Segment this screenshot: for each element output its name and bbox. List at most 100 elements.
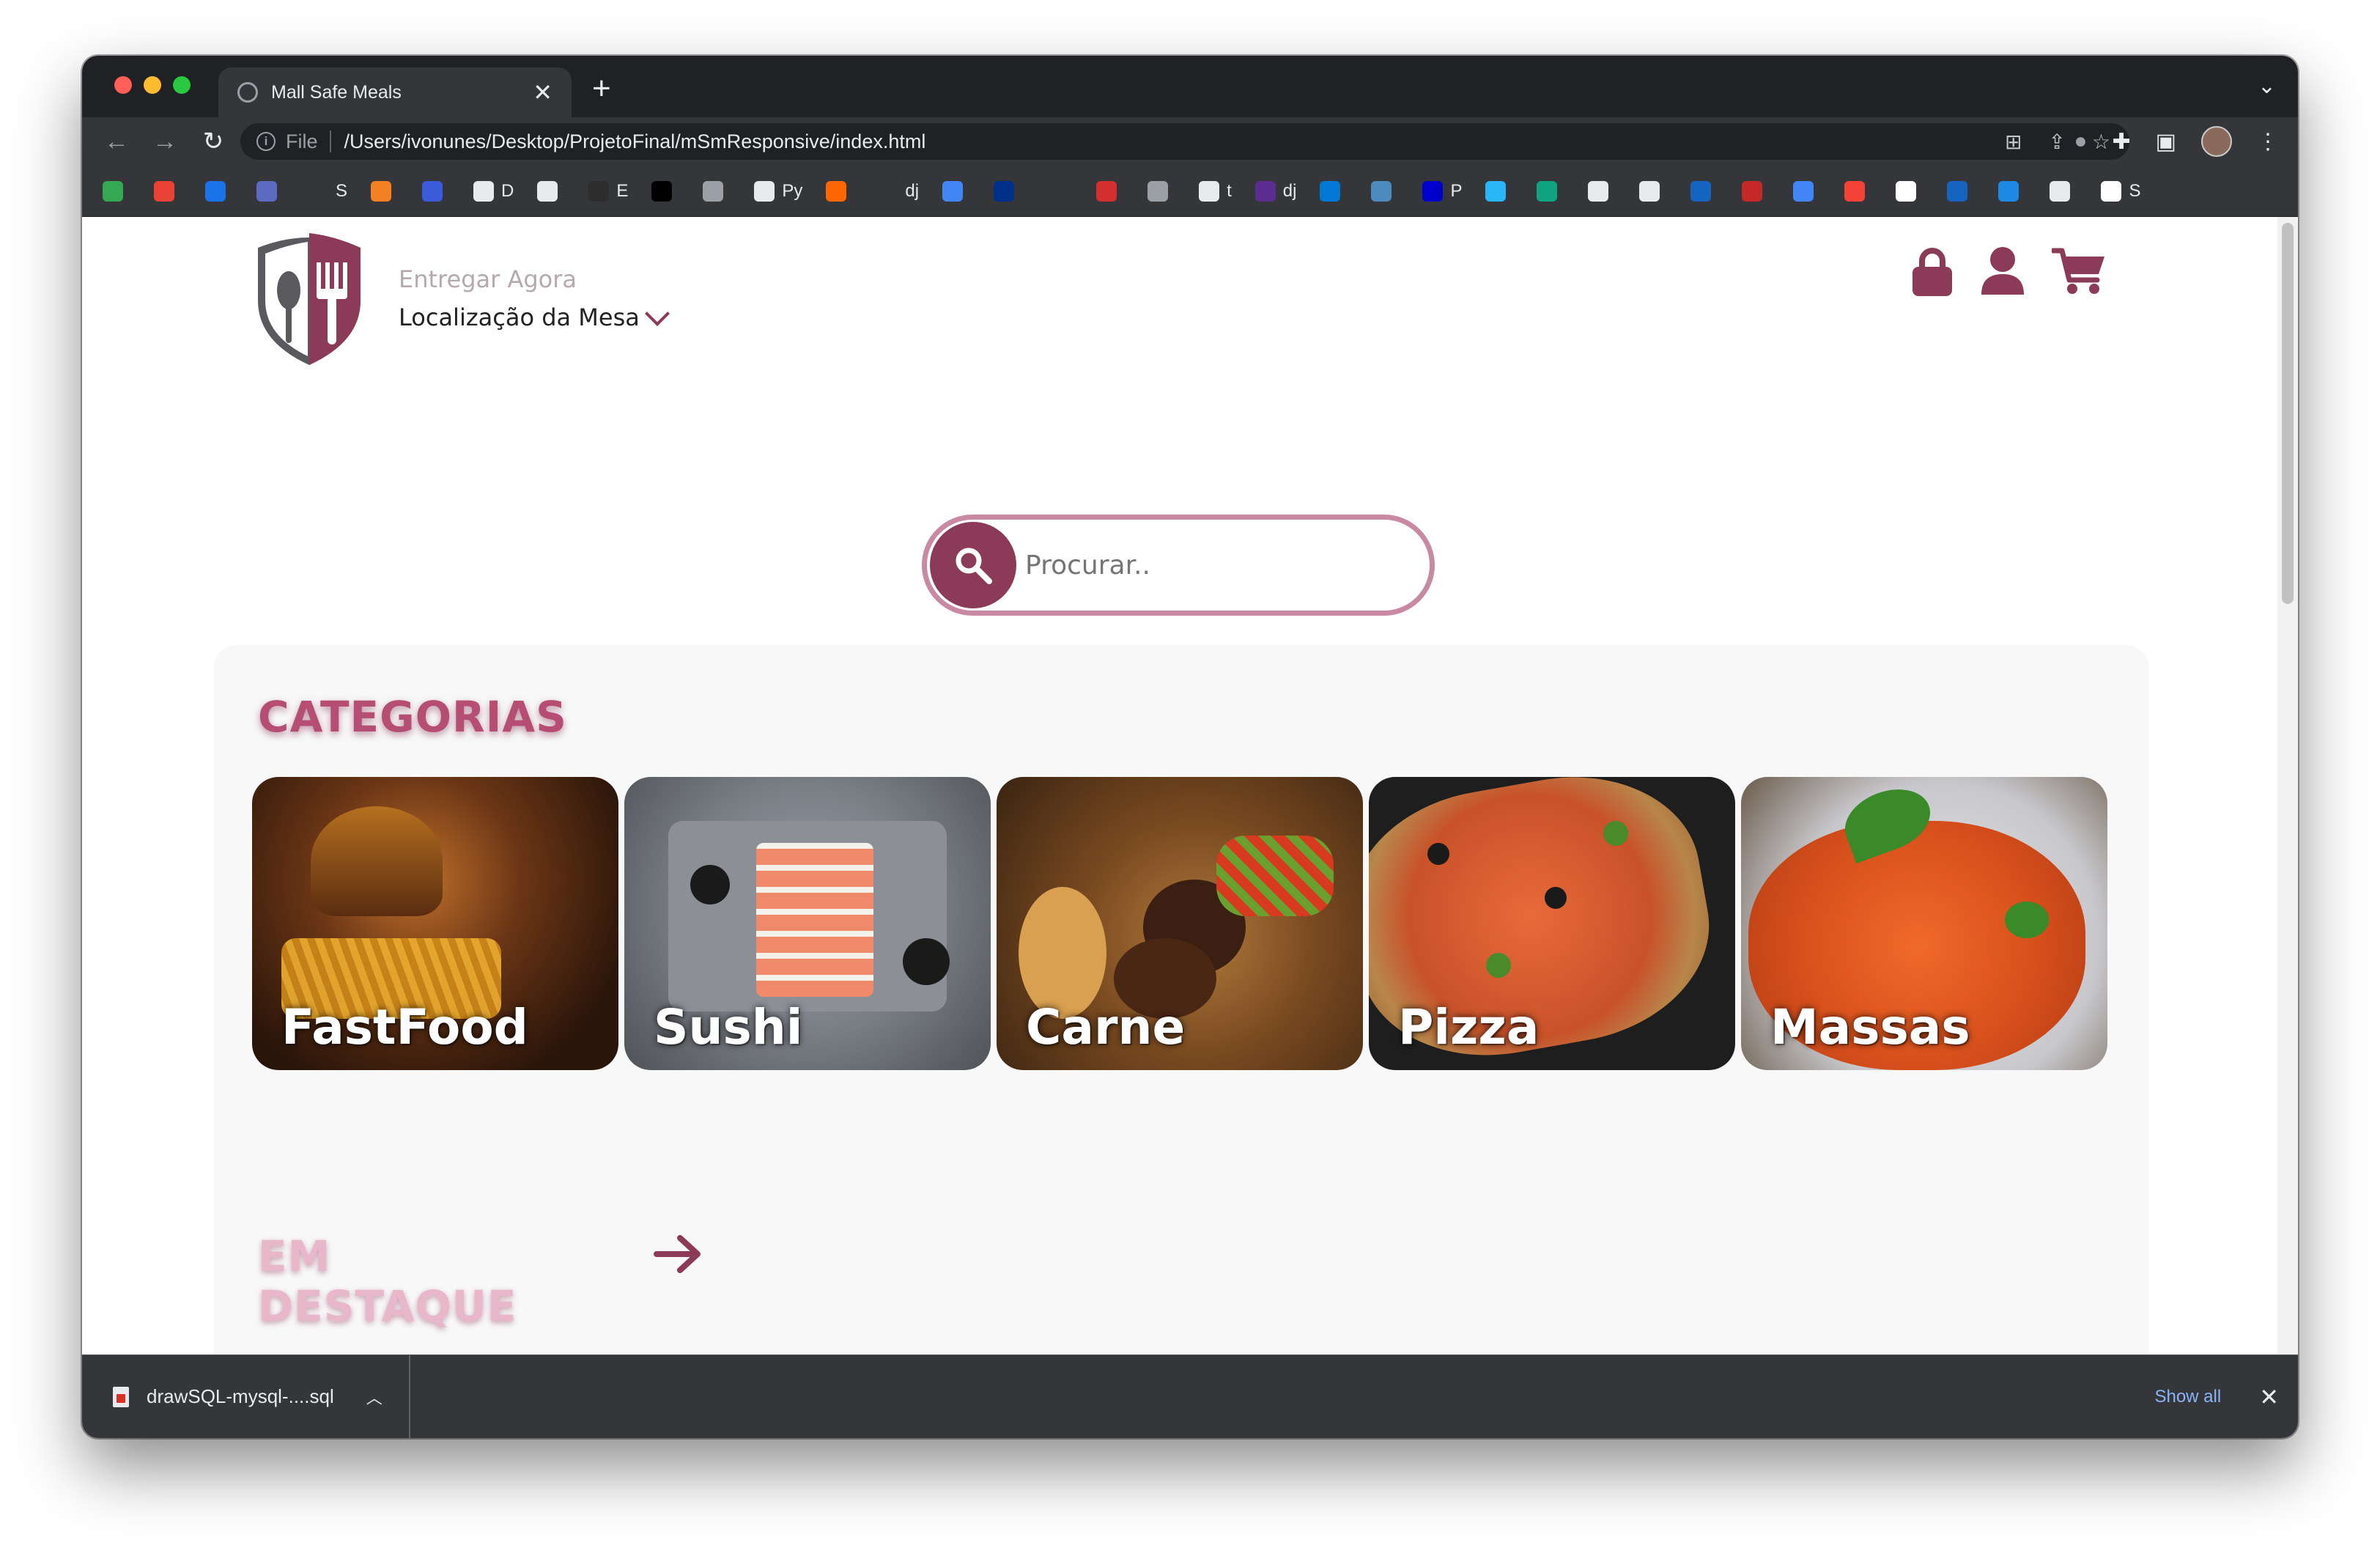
scrollbar-track[interactable] <box>2277 217 2298 1413</box>
category-label: Sushi <box>654 999 803 1055</box>
page-viewport: Entregar Agora Localização da Mesa Procu… <box>82 217 2298 1413</box>
category-card-massas[interactable]: Massas <box>1741 777 2107 1070</box>
tab-search-icon[interactable]: ⌄ <box>2258 73 2276 99</box>
share-icon[interactable]: ⇪ <box>2048 130 2065 154</box>
bookmark-item[interactable] <box>154 180 182 202</box>
bookmark-item[interactable] <box>371 180 399 202</box>
close-shelf-icon[interactable]: ✕ <box>2259 1383 2279 1411</box>
minimize-window-button[interactable] <box>144 76 161 94</box>
bookmark-favicon-icon <box>422 180 443 202</box>
bookmark-item[interactable] <box>1371 180 1399 202</box>
table-location-dropdown[interactable]: Localização da Mesa <box>399 301 670 331</box>
bookmark-favicon-icon <box>205 180 226 202</box>
translate-icon[interactable]: ⊞ <box>2005 130 2022 154</box>
globe-icon <box>237 82 258 103</box>
bookmark-item[interactable]: P <box>1422 180 1462 202</box>
bookmark-item[interactable]: D <box>473 180 514 202</box>
bookmark-item[interactable] <box>1639 180 1667 202</box>
header-actions <box>1911 246 2106 296</box>
search-input[interactable] <box>1025 550 1392 580</box>
bookmark-item[interactable]: S <box>308 181 347 202</box>
bookmark-favicon-icon <box>308 181 328 202</box>
show-all-downloads-link[interactable]: Show all <box>2154 1387 2221 1407</box>
side-panel-icon[interactable]: ▣ <box>2156 129 2176 155</box>
bookmark-item[interactable] <box>1320 180 1348 202</box>
bookmark-item[interactable] <box>826 180 854 202</box>
bookmark-favicon-icon <box>1639 180 1660 202</box>
category-card-sushi[interactable]: Sushi <box>624 777 991 1070</box>
tab-active[interactable]: Mall Safe Meals ✕ <box>218 67 572 117</box>
bookmark-item[interactable] <box>1742 180 1770 202</box>
bookmark-item[interactable] <box>1485 180 1513 202</box>
bookmark-item[interactable] <box>1148 180 1175 202</box>
back-arrow-icon[interactable]: ← <box>103 128 130 156</box>
info-icon[interactable]: i <box>256 132 276 151</box>
search-bar[interactable] <box>922 515 1435 616</box>
profile-avatar[interactable] <box>2201 126 2232 157</box>
bookmark-item[interactable] <box>1947 180 1975 202</box>
category-card-pizza[interactable]: Pizza <box>1369 777 1735 1070</box>
address-bar[interactable]: i File /Users/ivonunes/Desktop/ProjetoFi… <box>240 123 2129 160</box>
bookmark-item[interactable] <box>1844 180 1872 202</box>
chevron-up-icon[interactable]: ︿ <box>366 1385 382 1409</box>
bookmark-item[interactable] <box>1045 181 1073 202</box>
bookmark-item[interactable] <box>1096 180 1124 202</box>
bookmark-item[interactable] <box>651 180 679 202</box>
user-icon[interactable] <box>1981 246 2024 296</box>
download-file-name[interactable]: drawSQL-mysql-....sql <box>147 1385 334 1408</box>
bookmark-item[interactable]: E <box>588 180 629 202</box>
url-text[interactable]: /Users/ivonunes/Desktop/ProjetoFinal/mSm… <box>344 130 926 153</box>
bookmark-item[interactable]: t <box>1199 180 1232 202</box>
close-tab-icon[interactable]: ✕ <box>533 78 552 106</box>
lock-icon[interactable] <box>1911 246 1954 296</box>
bookmark-item[interactable]: S <box>2101 180 2140 202</box>
forward-arrow-icon[interactable]: → <box>151 128 179 156</box>
search-button[interactable] <box>930 522 1016 608</box>
bookmark-item[interactable] <box>994 180 1021 202</box>
bookmark-favicon-icon <box>1320 180 1341 202</box>
new-tab-button[interactable]: + <box>592 70 611 107</box>
more-menu-icon[interactable]: ⋮ <box>2257 129 2279 155</box>
browser-toolbar: ← → ↻ i File /Users/ivonunes/Desktop/Pro… <box>82 117 2298 166</box>
cart-icon[interactable] <box>2052 246 2106 296</box>
bookmark-favicon-icon <box>826 180 847 202</box>
extension-icon[interactable]: ● <box>2074 129 2087 154</box>
bookmark-item[interactable]: Py <box>754 180 803 202</box>
bookmark-label: D <box>501 180 514 201</box>
bookmark-favicon-icon <box>1422 180 1444 202</box>
download-item[interactable]: drawSQL-mysql-....sql ︿ <box>113 1355 410 1438</box>
bookmark-item[interactable]: dj <box>877 181 919 202</box>
close-window-button[interactable] <box>114 76 132 94</box>
scrollbar-thumb[interactable] <box>2282 223 2294 604</box>
delivery-selector[interactable]: Entregar Agora Localização da Mesa <box>399 265 670 331</box>
bookmark-item[interactable] <box>1588 180 1616 202</box>
bookmark-item[interactable] <box>2050 180 2077 202</box>
window-controls <box>114 76 191 94</box>
bookmark-label: E <box>616 180 629 201</box>
bookmark-item[interactable] <box>422 180 450 202</box>
bookmark-item[interactable] <box>537 180 565 202</box>
puzzle-icon[interactable]: ✚ <box>2113 129 2131 155</box>
bookmark-item[interactable] <box>1537 180 1564 202</box>
bookmark-item[interactable] <box>205 180 233 202</box>
bookmark-label: Py <box>782 180 803 201</box>
bookmark-item[interactable] <box>1793 180 1821 202</box>
bookmark-item[interactable] <box>942 180 970 202</box>
bookmark-favicon-icon <box>1371 180 1392 202</box>
zoom-window-button[interactable] <box>173 76 191 94</box>
bookmark-item[interactable]: dj <box>1254 180 1296 202</box>
chevron-down-icon[interactable] <box>644 301 670 326</box>
arrow-right-icon[interactable] <box>654 1234 702 1274</box>
logo[interactable] <box>243 230 375 366</box>
bookmark-item[interactable] <box>703 180 731 202</box>
tab-strip: Mall Safe Meals ✕ + ⌄ <box>82 56 2298 117</box>
category-card-carne[interactable]: Carne <box>997 777 1363 1070</box>
bookmark-item[interactable] <box>256 180 284 202</box>
reload-icon[interactable]: ↻ <box>199 127 227 156</box>
bookmark-item[interactable] <box>1896 180 1923 202</box>
bookmark-item[interactable] <box>1998 180 2026 202</box>
category-card-fastfood[interactable]: FastFood <box>252 777 618 1070</box>
bookmark-item[interactable] <box>1690 180 1718 202</box>
featured-title: EM DESTAQUE <box>258 1231 517 1331</box>
bookmark-item[interactable] <box>103 180 130 202</box>
